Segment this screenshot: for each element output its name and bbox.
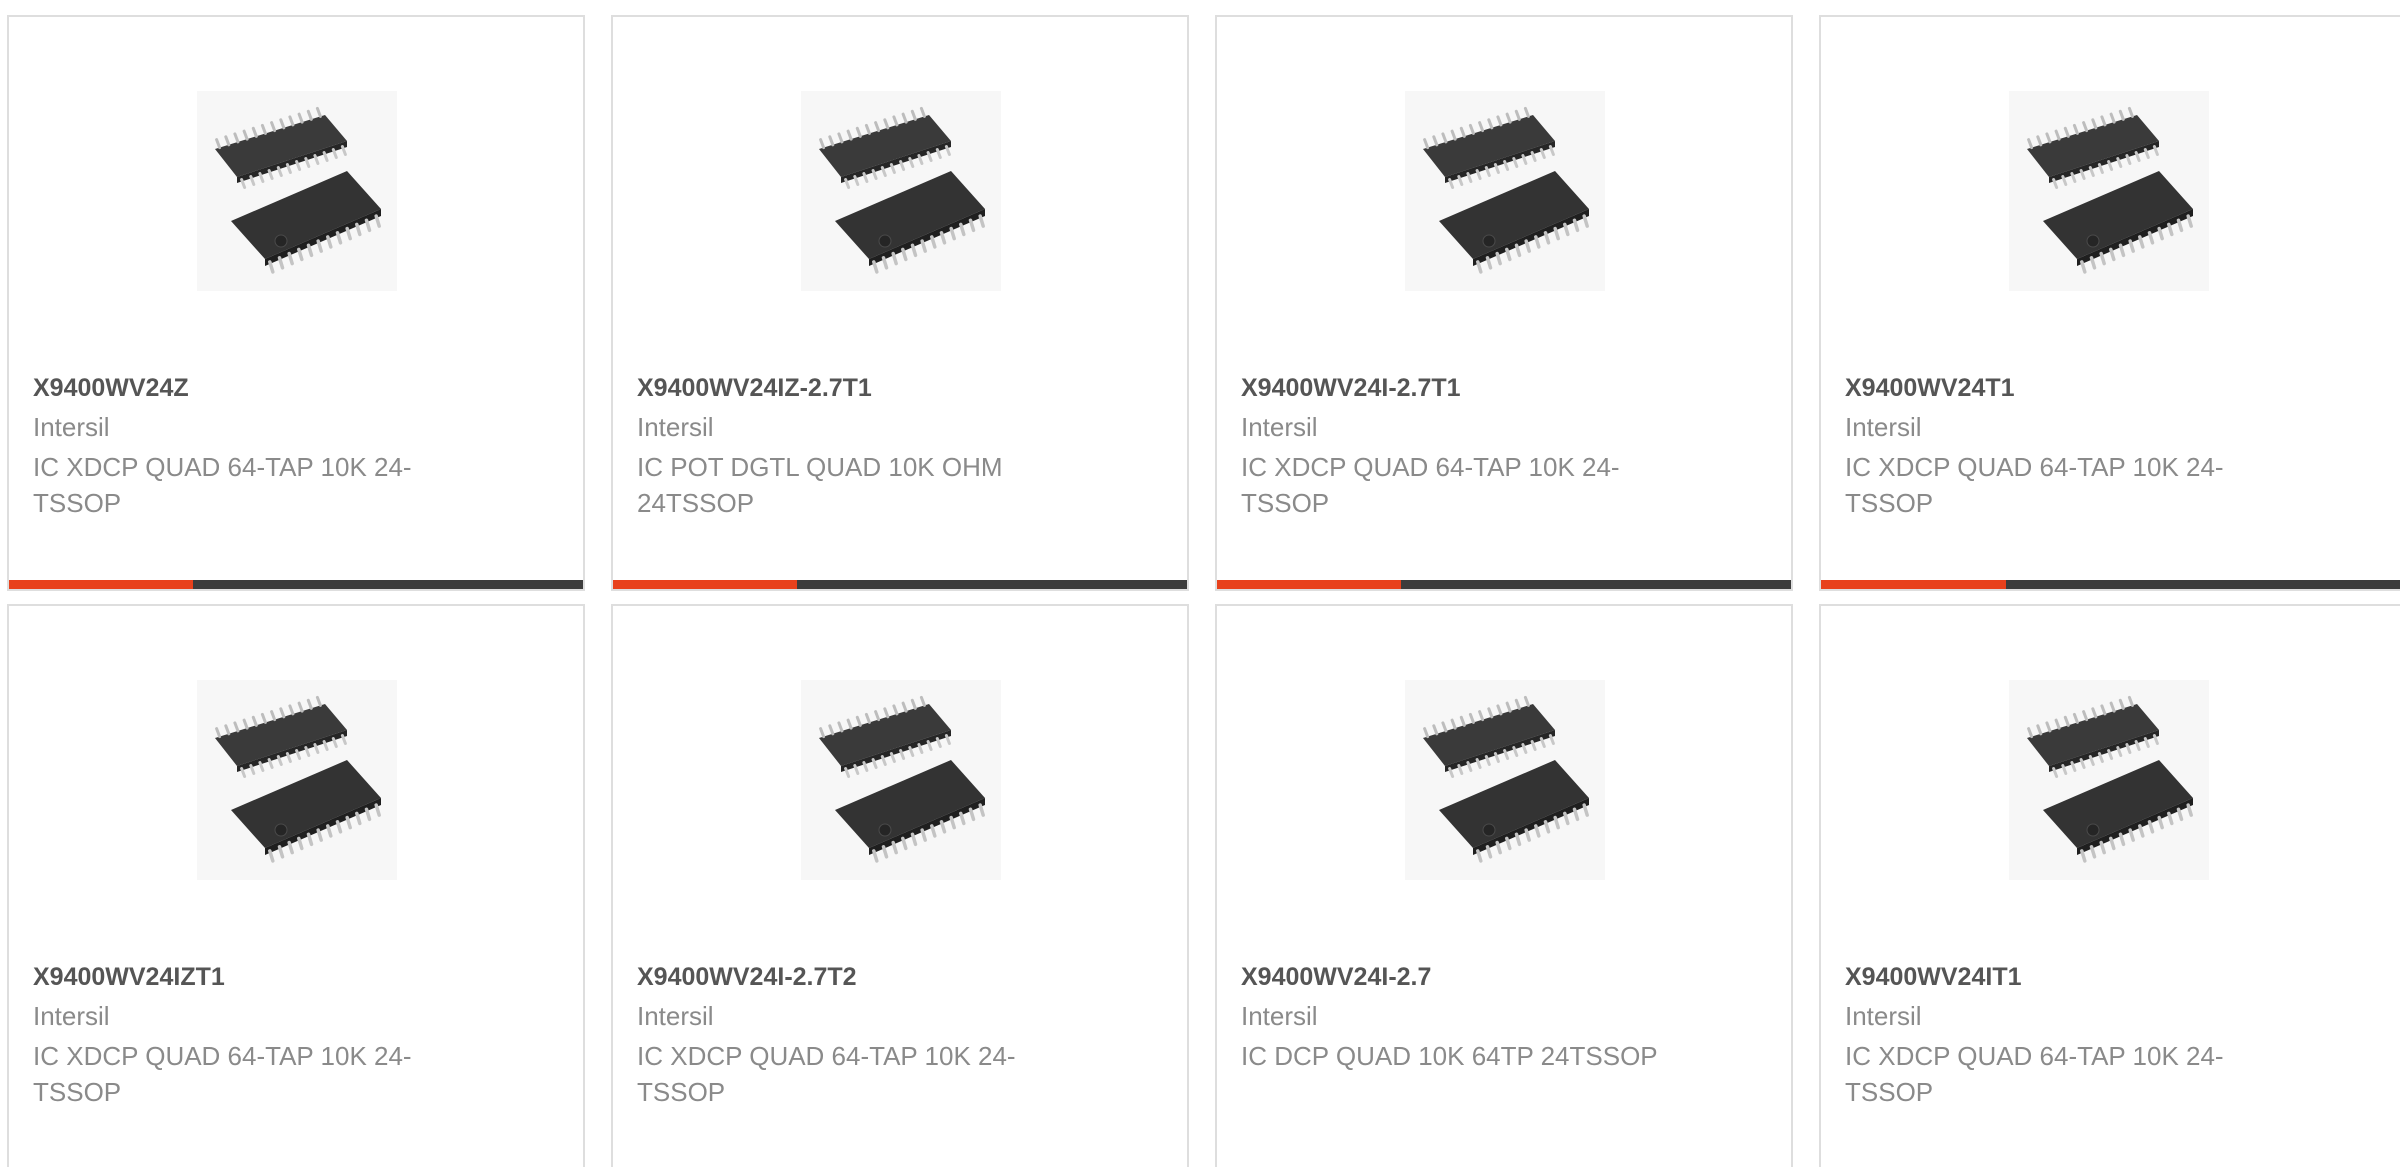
progress-bar <box>1821 580 2400 589</box>
manufacturer: Intersil <box>1845 1001 1922 1031</box>
product-description: IC XDCP QUAD 64-TAP 10K 24-TSSOP <box>1241 452 1620 518</box>
manufacturer: Intersil <box>33 1001 110 1031</box>
chip-image[interactable] <box>801 91 1001 291</box>
chip-image[interactable] <box>2009 680 2209 880</box>
chip-image[interactable] <box>1405 680 1605 880</box>
chip-image[interactable] <box>1405 91 1605 291</box>
part-number[interactable]: X9400WV24I-2.7T1 <box>1241 374 1461 403</box>
progress-fill <box>613 580 797 589</box>
chip-image[interactable] <box>197 91 397 291</box>
product-card[interactable]: X9400WV24I-2.7T1 Intersil IC XDCP QUAD 6… <box>1215 15 1793 591</box>
product-description: IC XDCP QUAD 64-TAP 10K 24-TSSOP <box>637 1041 1016 1107</box>
progress-fill <box>9 580 193 589</box>
part-number[interactable]: X9400WV24Z <box>33 374 189 403</box>
product-description: IC XDCP QUAD 64-TAP 10K 24-TSSOP <box>1845 1041 2224 1107</box>
manufacturer: Intersil <box>1241 1001 1318 1031</box>
part-number[interactable]: X9400WV24IT1 <box>1845 963 2022 992</box>
product-description: IC POT DGTL QUAD 10K OHM 24TSSOP <box>637 452 1003 518</box>
product-card[interactable]: X9400WV24I-2.7 Intersil IC DCP QUAD 10K … <box>1215 604 1793 1167</box>
product-description: IC XDCP QUAD 64-TAP 10K 24-TSSOP <box>33 1041 412 1107</box>
progress-fill <box>1217 580 1401 589</box>
progress-bar <box>613 580 1187 589</box>
manufacturer: Intersil <box>1241 412 1318 442</box>
part-number[interactable]: X9400WV24I-2.7 <box>1241 963 1431 992</box>
chip-image[interactable] <box>2009 91 2209 291</box>
manufacturer: Intersil <box>33 412 110 442</box>
progress-bar <box>9 580 583 589</box>
part-number[interactable]: X9400WV24IZ-2.7T1 <box>637 374 872 403</box>
part-number[interactable]: X9400WV24I-2.7T2 <box>637 963 857 992</box>
part-number[interactable]: X9400WV24IZT1 <box>33 963 225 992</box>
product-card[interactable]: X9400WV24IZT1 Intersil IC XDCP QUAD 64-T… <box>7 604 585 1167</box>
product-description: IC XDCP QUAD 64-TAP 10K 24-TSSOP <box>33 452 412 518</box>
product-card[interactable]: X9400WV24I-2.7T2 Intersil IC XDCP QUAD 6… <box>611 604 1189 1167</box>
product-description: IC DCP QUAD 10K 64TP 24TSSOP <box>1241 1041 1658 1071</box>
chip-image[interactable] <box>801 680 1001 880</box>
product-card[interactable]: X9400WV24IT1 Intersil IC XDCP QUAD 64-TA… <box>1819 604 2400 1167</box>
chip-image[interactable] <box>197 680 397 880</box>
manufacturer: Intersil <box>637 1001 714 1031</box>
product-card[interactable]: X9400WV24IZ-2.7T1 Intersil IC POT DGTL Q… <box>611 15 1189 591</box>
product-card[interactable]: X9400WV24T1 Intersil IC XDCP QUAD 64-TAP… <box>1819 15 2400 591</box>
progress-fill <box>1821 580 2007 589</box>
product-card[interactable]: X9400WV24Z Intersil IC XDCP QUAD 64-TAP … <box>7 15 585 591</box>
product-description: IC XDCP QUAD 64-TAP 10K 24-TSSOP <box>1845 452 2224 518</box>
manufacturer: Intersil <box>1845 412 1922 442</box>
part-number[interactable]: X9400WV24T1 <box>1845 374 2015 403</box>
manufacturer: Intersil <box>637 412 714 442</box>
progress-bar <box>1217 580 1791 589</box>
